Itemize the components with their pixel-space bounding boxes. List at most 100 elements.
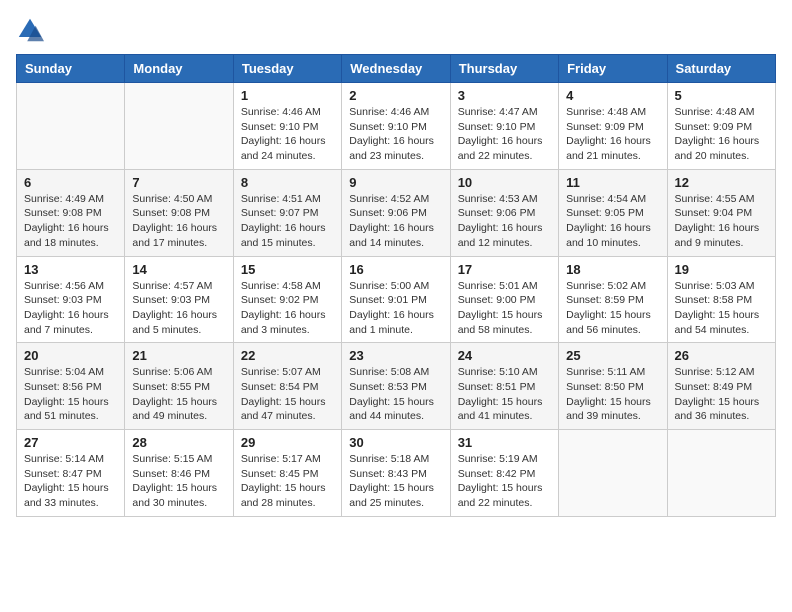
daylight-label: Daylight: 15 hours and 49 minutes. — [132, 396, 217, 423]
cell-info: Sunrise: 5:14 AMSunset: 8:47 PMDaylight:… — [24, 452, 117, 511]
sunset-label: Sunset: 9:06 PM — [349, 207, 427, 219]
cell-info: Sunrise: 5:03 AMSunset: 8:58 PMDaylight:… — [675, 279, 768, 338]
cell-day-number: 9 — [349, 175, 442, 190]
daylight-label: Daylight: 16 hours and 5 minutes. — [132, 309, 217, 336]
sunset-label: Sunset: 8:53 PM — [349, 381, 427, 393]
sunset-label: Sunset: 8:51 PM — [458, 381, 536, 393]
daylight-label: Daylight: 16 hours and 21 minutes. — [566, 135, 651, 162]
cell-day-number: 11 — [566, 175, 659, 190]
sunrise-label: Sunrise: 5:02 AM — [566, 280, 646, 292]
sunset-label: Sunset: 9:08 PM — [24, 207, 102, 219]
cell-day-number: 24 — [458, 348, 551, 363]
cell-info: Sunrise: 4:53 AMSunset: 9:06 PMDaylight:… — [458, 192, 551, 251]
daylight-label: Daylight: 16 hours and 15 minutes. — [241, 222, 326, 249]
daylight-label: Daylight: 16 hours and 3 minutes. — [241, 309, 326, 336]
cell-day-number: 8 — [241, 175, 334, 190]
sunrise-label: Sunrise: 5:03 AM — [675, 280, 755, 292]
sunset-label: Sunset: 8:45 PM — [241, 468, 319, 480]
daylight-label: Daylight: 16 hours and 20 minutes. — [675, 135, 760, 162]
calendar-cell: 12 Sunrise: 4:55 AMSunset: 9:04 PMDayligh… — [667, 169, 775, 256]
daylight-label: Daylight: 16 hours and 24 minutes. — [241, 135, 326, 162]
sunrise-label: Sunrise: 4:52 AM — [349, 193, 429, 205]
sunrise-label: Sunrise: 4:53 AM — [458, 193, 538, 205]
calendar-cell: 22 Sunrise: 5:07 AMSunset: 8:54 PMDayligh… — [233, 343, 341, 430]
cell-info: Sunrise: 5:08 AMSunset: 8:53 PMDaylight:… — [349, 365, 442, 424]
calendar-cell: 29 Sunrise: 5:17 AMSunset: 8:45 PMDayligh… — [233, 430, 341, 517]
cell-info: Sunrise: 5:18 AMSunset: 8:43 PMDaylight:… — [349, 452, 442, 511]
cell-info: Sunrise: 4:50 AMSunset: 9:08 PMDaylight:… — [132, 192, 225, 251]
cell-info: Sunrise: 5:17 AMSunset: 8:45 PMDaylight:… — [241, 452, 334, 511]
daylight-label: Daylight: 15 hours and 58 minutes. — [458, 309, 543, 336]
daylight-label: Daylight: 16 hours and 17 minutes. — [132, 222, 217, 249]
daylight-label: Daylight: 16 hours and 22 minutes. — [458, 135, 543, 162]
sunset-label: Sunset: 9:03 PM — [24, 294, 102, 306]
calendar-cell: 26Sunrise: 5:12 AMSunset: 8:49 PMDayligh… — [667, 343, 775, 430]
daylight-label: Daylight: 16 hours and 23 minutes. — [349, 135, 434, 162]
sunset-label: Sunset: 8:50 PM — [566, 381, 644, 393]
sunrise-label: Sunrise: 5:12 AM — [675, 366, 755, 378]
cell-info: Sunrise: 5:01 AMSunset: 9:00 PMDaylight:… — [458, 279, 551, 338]
cell-day-number: 29 — [241, 435, 334, 450]
sunrise-label: Sunrise: 4:46 AM — [349, 106, 429, 118]
sunset-label: Sunset: 9:07 PM — [241, 207, 319, 219]
calendar-cell: 19Sunrise: 5:03 AMSunset: 8:58 PMDayligh… — [667, 256, 775, 343]
daylight-label: Daylight: 16 hours and 10 minutes. — [566, 222, 651, 249]
calendar-week-row: 20Sunrise: 5:04 AMSunset: 8:56 PMDayligh… — [17, 343, 776, 430]
sunrise-label: Sunrise: 5:11 AM — [566, 366, 645, 378]
calendar-cell: 20Sunrise: 5:04 AMSunset: 8:56 PMDayligh… — [17, 343, 125, 430]
cell-info: Sunrise: 4:55 AMSunset: 9:04 PMDaylight:… — [675, 192, 768, 251]
cell-day-number: 22 — [241, 348, 334, 363]
cell-info: Sunrise: 5:04 AMSunset: 8:56 PMDaylight:… — [24, 365, 117, 424]
cell-info: Sunrise: 4:51 AM Sunset: 9:07 PM Daylight:… — [241, 192, 334, 251]
cell-info: Sunrise: 4:54 AMSunset: 9:05 PMDaylight:… — [566, 192, 659, 251]
cell-info: Sunrise: 5:12 AM Sunset: 8:49 PM Daylight:… — [675, 365, 768, 424]
sunset-label: Sunset: 8:47 PM — [24, 468, 102, 480]
cell-info: Sunrise: 4:46 AMSunset: 9:10 PMDaylight:… — [349, 105, 442, 164]
logo-icon — [16, 16, 44, 44]
sunset-label: Sunset: 9:00 PM — [458, 294, 536, 306]
sunset-label: Sunset: 8:56 PM — [24, 381, 102, 393]
cell-day-number: 19 — [675, 262, 768, 277]
daylight-label: Daylight: 15 hours and 36 minutes. — [675, 396, 760, 423]
sunrise-label: Sunrise: 4:49 AM — [24, 193, 104, 205]
cell-info: Sunrise: 5:06 AMSunset: 8:55 PMDaylight:… — [132, 365, 225, 424]
cell-info: Sunrise: 5:02 AMSunset: 8:59 PMDaylight:… — [566, 279, 659, 338]
cell-day-number: 14 — [132, 262, 225, 277]
cell-info: Sunrise: 4:49 AMSunset: 9:08 PMDaylight:… — [24, 192, 117, 251]
sunrise-label: Sunrise: 5:18 AM — [349, 453, 429, 465]
day-header-wednesday: Wednesday — [342, 55, 450, 83]
calendar-week-row: 1Sunrise: 4:46 AMSunset: 9:10 PMDaylight… — [17, 83, 776, 170]
day-header-sunday: Sunday — [17, 55, 125, 83]
sunrise-label: Sunrise: 5:19 AM — [458, 453, 538, 465]
cell-day-number: 3 — [458, 88, 551, 103]
sunrise-label: Sunrise: 5:14 AM — [24, 453, 104, 465]
daylight-label: Daylight: 15 hours and 22 minutes. — [458, 482, 543, 509]
calendar-cell: 13Sunrise: 4:56 AMSunset: 9:03 PMDayligh… — [17, 256, 125, 343]
cell-day-number: 30 — [349, 435, 442, 450]
cell-day-number: 6 — [24, 175, 117, 190]
cell-day-number: 17 — [458, 262, 551, 277]
sunrise-label: Sunrise: 5:04 AM — [24, 366, 104, 378]
sunrise-label: Sunrise: 5:07 AM — [241, 366, 321, 378]
sunset-label: Sunset: 9:05 PM — [566, 207, 644, 219]
daylight-label: Daylight: 16 hours and 7 minutes. — [24, 309, 109, 336]
calendar-week-row: 27Sunrise: 5:14 AMSunset: 8:47 PMDayligh… — [17, 430, 776, 517]
sunset-label: Sunset: 9:10 PM — [241, 121, 319, 133]
sunset-label: Sunset: 8:49 PM — [675, 381, 753, 393]
cell-day-number: 5 — [675, 88, 768, 103]
calendar-cell: 1Sunrise: 4:46 AMSunset: 9:10 PMDaylight… — [233, 83, 341, 170]
calendar-cell: 2 Sunrise: 4:46 AMSunset: 9:10 PMDaylight… — [342, 83, 450, 170]
cell-info: Sunrise: 5:07 AMSunset: 8:54 PMDaylight:… — [241, 365, 334, 424]
sunset-label: Sunset: 9:10 PM — [458, 121, 536, 133]
cell-day-number: 23 — [349, 348, 442, 363]
cell-info: Sunrise: 5:10 AMSunset: 8:51 PMDaylight:… — [458, 365, 551, 424]
sunrise-label: Sunrise: 4:51 AM — [241, 193, 321, 205]
cell-day-number: 25 — [566, 348, 659, 363]
cell-info: Sunrise: 4:48 AMSunset: 9:09 PMDaylight:… — [566, 105, 659, 164]
daylight-label: Daylight: 16 hours and 14 minutes. — [349, 222, 434, 249]
cell-day-number: 12 — [675, 175, 768, 190]
sunset-label: Sunset: 8:58 PM — [675, 294, 753, 306]
cell-day-number: 2 — [349, 88, 442, 103]
day-header-friday: Friday — [559, 55, 667, 83]
cell-info: Sunrise: 4:57 AMSunset: 9:03 PMDaylight:… — [132, 279, 225, 338]
